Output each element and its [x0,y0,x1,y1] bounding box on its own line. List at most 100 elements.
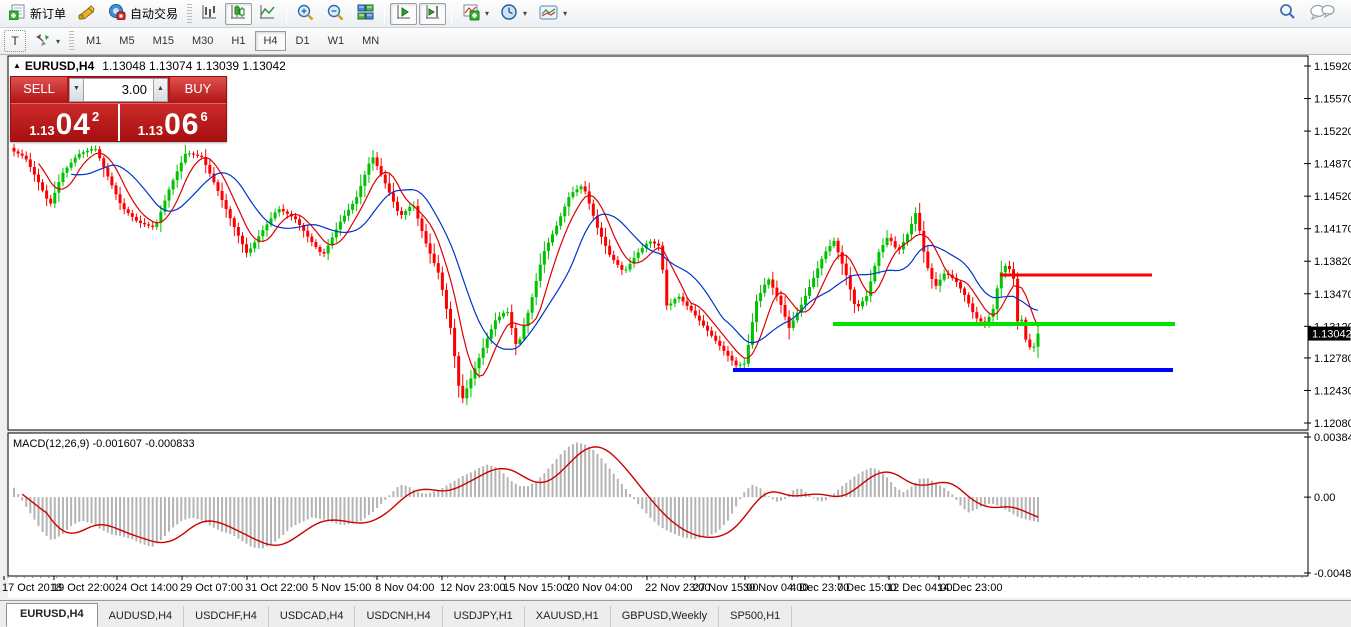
chart-tab-usdcad-h4[interactable]: USDCAD,H4 [269,606,356,627]
auto-scroll-button[interactable] [390,3,417,25]
macd-histogram-bar [282,497,284,535]
volume-input[interactable]: 3.00 [84,78,153,102]
candle-body [445,290,448,309]
indicators-button[interactable]: ▾ [457,3,494,25]
volume-increase-button[interactable]: ▲ [153,78,168,102]
macd-histogram-bar [441,488,443,497]
timeframe-button-m15[interactable]: M15 [145,31,182,51]
toolbar-separator [286,4,287,24]
candle-body [449,309,452,328]
timeframe-button-w1[interactable]: W1 [320,31,353,51]
sell-button[interactable]: SELL [11,77,67,103]
chart-tab-gbpusd-weekly[interactable]: GBPUSD,Weekly [611,606,719,627]
macd-axis-label: -0.004856 [1314,568,1351,580]
candle-body [600,228,603,237]
macd-histogram-bar [772,497,774,499]
candle-body [967,295,970,303]
timeframe-button-mn[interactable]: MN [354,31,387,51]
macd-histogram-bar [62,497,64,534]
macd-histogram-bar [392,491,394,497]
auto-trading-button[interactable]: 自动交易 [103,3,183,25]
candle-body [253,242,256,248]
chart-tab-sp500-h1[interactable]: SP500,H1 [719,606,792,627]
timeframe-button-h1[interactable]: H1 [223,31,253,51]
macd-histogram-bar [384,497,386,500]
macd-histogram-bar [164,497,166,536]
text-label-tool-button[interactable]: T [4,30,26,52]
chart-tabs-bar: EURUSD,H4AUDUSD,H4USDCHF,H4USDCAD,H4USDC… [0,600,1351,627]
time-axis-label: 5 Nov 15:00 [312,582,371,594]
macd-histogram-bar [902,492,904,497]
zoom-out-button[interactable] [322,3,350,25]
macd-histogram-bar [1000,497,1002,507]
candle-body [731,356,734,361]
candlestick-chart-button[interactable] [225,3,252,25]
candle-body [151,226,154,227]
buy-price-display[interactable]: 1.13066 [120,104,227,141]
candle-body [45,190,48,198]
line-chart-button[interactable] [254,3,281,25]
timeframe-button-m30[interactable]: M30 [184,31,221,51]
chart-tab-audusd-h4[interactable]: AUDUSD,H4 [98,606,185,627]
macd-histogram-bar [959,497,961,505]
candle-body [833,241,836,246]
candle-body [971,303,974,312]
objects-tool-button[interactable]: ▾ [28,30,65,52]
styler-button[interactable] [73,3,101,25]
macd-histogram-bar [739,497,741,499]
macd-histogram-bar [747,488,749,497]
macd-histogram-bar [507,477,509,497]
buy-button[interactable]: BUY [170,77,226,103]
candle-body [416,206,419,218]
candle-body [812,278,815,287]
tile-windows-button[interactable] [352,3,379,25]
timeframe-button-m1[interactable]: M1 [78,31,109,51]
zoom-in-button[interactable] [292,3,320,25]
candle-body [453,328,456,356]
candle-body [1032,347,1035,348]
bar-chart-button[interactable] [196,3,223,25]
macd-histogram-bar [66,497,68,530]
macd-histogram-bar [829,497,831,498]
macd-histogram-bar [274,497,276,541]
candle-body [710,331,713,336]
candle-body [17,152,20,154]
time-axis-label: 15 Nov 15:00 [503,582,568,594]
macd-histogram-bar [197,497,199,519]
candle-body [543,251,546,265]
search-icon [1278,3,1297,24]
macd-histogram-bar [86,497,88,522]
templates-button[interactable]: ▾ [534,3,572,25]
chart-tab-usdcnh-h4[interactable]: USDCNH,H4 [355,606,442,627]
candle-body [824,251,827,259]
chart-tab-usdjpy-h1[interactable]: USDJPY,H1 [443,606,525,627]
line-chart-icon [259,4,276,23]
volume-decrease-button[interactable]: ▼ [69,78,84,102]
chart-tab-eurusd-h4[interactable]: EURUSD,H4 [6,603,98,627]
periods-button[interactable]: ▾ [496,3,532,25]
buy-price-prefix: 1.13 [138,123,163,138]
candle-body [482,348,485,358]
candle-body [714,336,717,341]
candle-body [249,248,252,252]
new-order-button[interactable]: 新订单 [4,3,71,25]
candle-body [404,211,407,215]
timeframe-button-h4[interactable]: H4 [255,31,285,51]
macd-histogram-bar [478,468,480,497]
chart-shift-button[interactable] [419,3,446,25]
collapse-triangle-icon[interactable]: ▲ [13,61,21,70]
timeframe-button-m5[interactable]: M5 [111,31,142,51]
new-order-label: 新订单 [30,5,66,22]
candle-body [649,242,652,244]
timeframe-button-d1[interactable]: D1 [288,31,318,51]
chart-tab-usdchf-h4[interactable]: USDCHF,H4 [184,606,269,627]
macd-histogram-bar [250,497,252,546]
candle-body [168,190,171,201]
candle-body [722,346,725,351]
chart-tab-xauusd-h1[interactable]: XAUUSD,H1 [525,606,611,627]
chat-button[interactable] [1304,3,1340,25]
macd-histogram-bar [784,497,786,499]
search-button[interactable] [1273,3,1302,25]
macd-histogram-bar [95,497,97,526]
sell-price-display[interactable]: 1.13042 [11,104,120,141]
